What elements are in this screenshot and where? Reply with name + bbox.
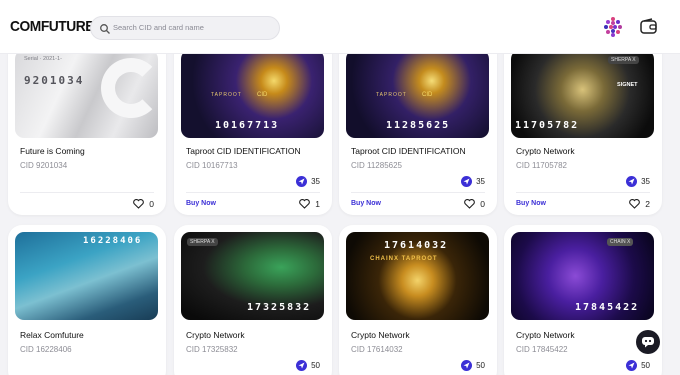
like-button[interactable]: 2 [629,199,650,209]
badge-value: 35 [476,177,485,186]
card-image: SHERPA X 17325832 [181,232,324,320]
card-title: Taproot CID IDENTIFICATION [186,146,301,156]
card-divider [351,192,485,193]
card-image-sub: SIGNET [617,82,638,88]
heart-icon [629,199,641,209]
card-image-caption: SHERPA X [187,238,218,246]
card-image-sub: CID [422,92,433,98]
like-count: 1 [315,199,320,209]
card-image-number: 17614032 [384,240,449,251]
heart-icon [133,199,145,209]
card-image-sub: CID [257,92,268,98]
chatbot-icon [642,337,654,348]
price-badge: 50 [626,360,650,371]
card-image-caption: CHAIN X [607,238,634,246]
card-image-number: 10167713 [215,120,280,131]
card-title: Relax Comfuture [20,330,84,340]
nft-card[interactable]: 17614032 CHAINX TAPROOT Crypto Network C… [339,225,497,375]
send-arrow-icon [626,176,638,187]
card-cid: CID 11285625 [351,161,402,170]
heart-icon [464,199,476,209]
top-header: COMFUTURE Search CID and card name [0,0,680,54]
card-image-number: 17325832 [247,302,312,313]
card-cid: CID 17845422 [516,345,568,354]
wallet-icon[interactable] [638,16,660,38]
search-icon [100,24,110,34]
card-title: Crypto Network [186,330,245,340]
card-cid: CID 9201034 [20,161,68,170]
card-image-number: 11285625 [386,120,451,131]
card-image: SHERPA X SIGNET 11705782 [511,50,654,138]
card-image: 16228406 [15,232,158,320]
like-button[interactable]: 0 [133,199,154,209]
app-logo[interactable]: COMFUTURE [10,18,94,35]
card-cid: CID 16228406 [20,345,72,354]
heart-icon [299,199,311,209]
buy-now-link[interactable]: Buy Now [351,200,381,207]
price-badge: 50 [461,360,485,371]
like-count: 2 [645,199,650,209]
nft-card[interactable]: 16228406 Relax Comfuture CID 16228406 [8,225,166,375]
hexagon-avatar-icon[interactable] [601,15,625,39]
like-count: 0 [149,199,154,209]
card-image: TAPROOT CID 10167713 [181,50,324,138]
send-arrow-icon [296,176,308,187]
search-placeholder: Search CID and card name [113,23,204,32]
price-badge: 35 [626,176,650,187]
card-image: TAPROOT CID 11285625 [346,50,489,138]
card-title: Future is Coming [20,146,85,156]
card-cid: CID 10167713 [186,161,238,170]
card-image-number: 16228406 [83,236,143,246]
send-arrow-icon [461,176,473,187]
price-badge: 35 [296,176,320,187]
card-image-number: 11705782 [515,120,580,131]
search-bar[interactable]: Search CID and card name [90,16,280,40]
card-image-caption: TAPROOT [211,92,242,98]
price-badge: 50 [296,360,320,371]
card-cid: CID 11705782 [516,161,567,170]
like-button[interactable]: 0 [464,199,485,209]
nft-card[interactable]: CHAIN X 17845422 Crypto Network CID 1784… [504,225,662,375]
buy-now-link[interactable]: Buy Now [186,200,216,207]
card-image: 17614032 CHAINX TAPROOT [346,232,489,320]
card-image-number: 17845422 [575,302,640,313]
card-title: Crypto Network [351,330,410,340]
card-image-caption: SHERPA X [608,56,639,64]
card-image-caption: Serial · 2021-1- [24,56,62,62]
card-image: Serial · 2021-1- 9201034 [15,50,158,138]
like-button[interactable]: 1 [299,199,320,209]
card-title: Taproot CID IDENTIFICATION [351,146,466,156]
card-title: Crypto Network [516,330,575,340]
card-divider [186,192,320,193]
chatbot-button[interactable] [636,330,660,354]
badge-value: 50 [311,361,320,370]
badge-value: 35 [641,177,650,186]
silver-c-logo [101,58,158,118]
price-badge: 35 [461,176,485,187]
card-cid: CID 17325832 [186,345,238,354]
badge-value: 35 [311,177,320,186]
card-image: CHAIN X 17845422 [511,232,654,320]
buy-now-link[interactable]: Buy Now [516,200,546,207]
card-divider [20,192,154,193]
send-arrow-icon [461,360,473,371]
card-grid: Serial · 2021-1- 9201034 Future is Comin… [8,0,668,375]
badge-value: 50 [476,361,485,370]
badge-value: 50 [641,361,650,370]
card-image-caption: CHAINX TAPROOT [370,256,438,262]
card-divider [516,192,650,193]
card-title: Crypto Network [516,146,575,156]
nft-card[interactable]: SHERPA X 17325832 Crypto Network CID 173… [174,225,332,375]
send-arrow-icon [296,360,308,371]
send-arrow-icon [626,360,638,371]
card-image-caption: TAPROOT [376,92,407,98]
card-cid: CID 17614032 [351,345,403,354]
like-count: 0 [480,199,485,209]
card-image-number: 9201034 [24,74,85,87]
